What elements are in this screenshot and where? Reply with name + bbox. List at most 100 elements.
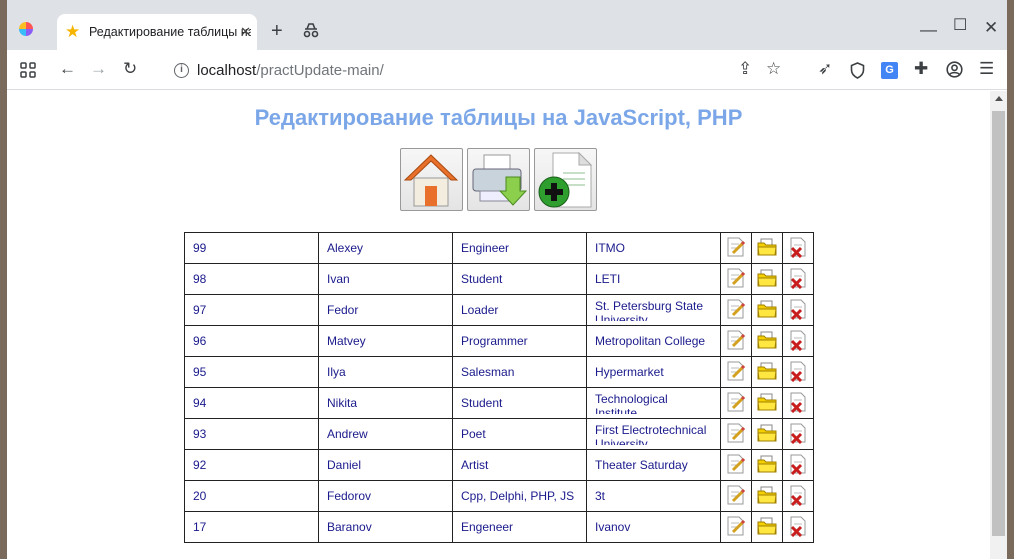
edit-button[interactable] (720, 263, 752, 295)
tab-close-icon[interactable]: ✕ (240, 24, 251, 40)
open-button[interactable] (751, 263, 783, 295)
edit-button[interactable] (720, 232, 752, 264)
name-cell[interactable]: Nikita (318, 387, 453, 419)
org-cell[interactable]: Hypermarket (586, 356, 721, 388)
delete-button[interactable] (782, 232, 814, 264)
org-cell[interactable]: Metropolitan College (586, 325, 721, 357)
rocket-icon[interactable]: ➶ (818, 60, 832, 77)
share-icon[interactable]: ⇪ (738, 60, 752, 77)
open-button[interactable] (751, 356, 783, 388)
browser-tab[interactable]: ★ Редактирование таблицы на JavaScript, … (57, 14, 257, 50)
job-cell[interactable]: Engineer (452, 232, 587, 264)
org-cell[interactable]: LETI (586, 263, 721, 295)
delete-button[interactable] (782, 418, 814, 450)
google-translate-icon[interactable]: G (881, 62, 898, 79)
job-cell[interactable]: Programmer (452, 325, 587, 357)
edit-button[interactable] (720, 356, 752, 388)
org-cell[interactable]: 3t (586, 480, 721, 512)
open-button[interactable] (751, 449, 783, 481)
minimize-icon[interactable]: — (920, 21, 937, 38)
scroll-thumb[interactable] (992, 111, 1005, 536)
delete-button[interactable] (782, 449, 814, 481)
bookmark-star-icon[interactable]: ☆ (766, 60, 781, 77)
address-bar[interactable]: i localhost/practUpdate-main/ (157, 50, 384, 90)
extensions-puzzle-icon[interactable]: ✚ (914, 60, 928, 77)
delete-button[interactable] (782, 325, 814, 357)
home-button[interactable] (400, 148, 463, 211)
profile-icon[interactable] (946, 61, 963, 78)
name-cell[interactable]: Alexey (318, 232, 453, 264)
open-button[interactable] (751, 232, 783, 264)
maximize-icon[interactable]: ☐ (953, 18, 967, 34)
record-id: 95 (193, 365, 207, 379)
print-button[interactable] (467, 148, 530, 211)
job-cell[interactable]: Student (452, 387, 587, 419)
job-cell[interactable]: Loader (452, 294, 587, 326)
forward-arrow-icon[interactable]: → (90, 60, 107, 77)
add-record-button[interactable] (534, 148, 597, 211)
id-cell[interactable]: 99 (184, 232, 319, 264)
edit-button[interactable] (720, 294, 752, 326)
edit-button[interactable] (720, 418, 752, 450)
window-close-icon[interactable]: ✕ (984, 19, 998, 36)
edit-button[interactable] (720, 449, 752, 481)
site-info-icon[interactable]: i (174, 62, 189, 78)
id-cell[interactable]: 97 (184, 294, 319, 326)
org-cell[interactable]: Technological Institute (586, 387, 721, 419)
job-cell[interactable]: Salesman (452, 356, 587, 388)
menu-icon[interactable]: ☰ (979, 60, 994, 77)
org-cell[interactable]: Theater Saturday (586, 449, 721, 481)
edit-button[interactable] (720, 511, 752, 543)
name-cell[interactable]: Ivan (318, 263, 453, 295)
id-cell[interactable]: 93 (184, 418, 319, 450)
back-arrow-icon[interactable]: ← (59, 60, 76, 77)
delete-button[interactable] (782, 480, 814, 512)
open-button[interactable] (751, 480, 783, 512)
id-cell[interactable]: 92 (184, 449, 319, 481)
browser-logo-icon[interactable] (19, 22, 33, 36)
id-cell[interactable]: 17 (184, 511, 319, 543)
org-cell[interactable]: ITMO (586, 232, 721, 264)
shield-icon[interactable] (850, 62, 865, 79)
delete-button[interactable] (782, 356, 814, 388)
scroll-up-arrow-icon[interactable] (995, 96, 1003, 101)
record-name: Ilya (327, 365, 346, 379)
id-cell[interactable]: 94 (184, 387, 319, 419)
name-cell[interactable]: Fedor (318, 294, 453, 326)
delete-button[interactable] (782, 511, 814, 543)
job-cell[interactable]: Poet (452, 418, 587, 450)
new-tab-icon[interactable]: + (271, 21, 283, 41)
reload-icon[interactable]: ↻ (123, 60, 137, 77)
delete-button[interactable] (782, 294, 814, 326)
job-cell[interactable]: Student (452, 263, 587, 295)
edit-button[interactable] (720, 325, 752, 357)
id-cell[interactable]: 20 (184, 480, 319, 512)
incognito-icon[interactable] (302, 22, 320, 38)
delete-button[interactable] (782, 263, 814, 295)
id-cell[interactable]: 96 (184, 325, 319, 357)
open-button[interactable] (751, 387, 783, 419)
org-cell[interactable]: First Electrotechnical University (586, 418, 721, 450)
org-cell[interactable]: Ivanov (586, 511, 721, 543)
apps-grid-icon[interactable] (20, 62, 36, 78)
id-cell[interactable]: 95 (184, 356, 319, 388)
job-cell[interactable]: Cpp, Delphi, PHP, JS (452, 480, 587, 512)
open-button[interactable] (751, 294, 783, 326)
id-cell[interactable]: 98 (184, 263, 319, 295)
job-cell[interactable]: Artist (452, 449, 587, 481)
edit-button[interactable] (720, 480, 752, 512)
open-button[interactable] (751, 325, 783, 357)
job-cell[interactable]: Engeneer (452, 511, 587, 543)
delete-button[interactable] (782, 387, 814, 419)
open-button[interactable] (751, 511, 783, 543)
name-cell[interactable]: Andrew (318, 418, 453, 450)
name-cell[interactable]: Baranov (318, 511, 453, 543)
edit-button[interactable] (720, 387, 752, 419)
name-cell[interactable]: Fedorov (318, 480, 453, 512)
name-cell[interactable]: Daniel (318, 449, 453, 481)
name-cell[interactable]: Matvey (318, 325, 453, 357)
org-cell[interactable]: St. Petersburg State University (586, 294, 721, 326)
open-button[interactable] (751, 418, 783, 450)
vertical-scrollbar[interactable] (990, 91, 1007, 559)
name-cell[interactable]: Ilya (318, 356, 453, 388)
